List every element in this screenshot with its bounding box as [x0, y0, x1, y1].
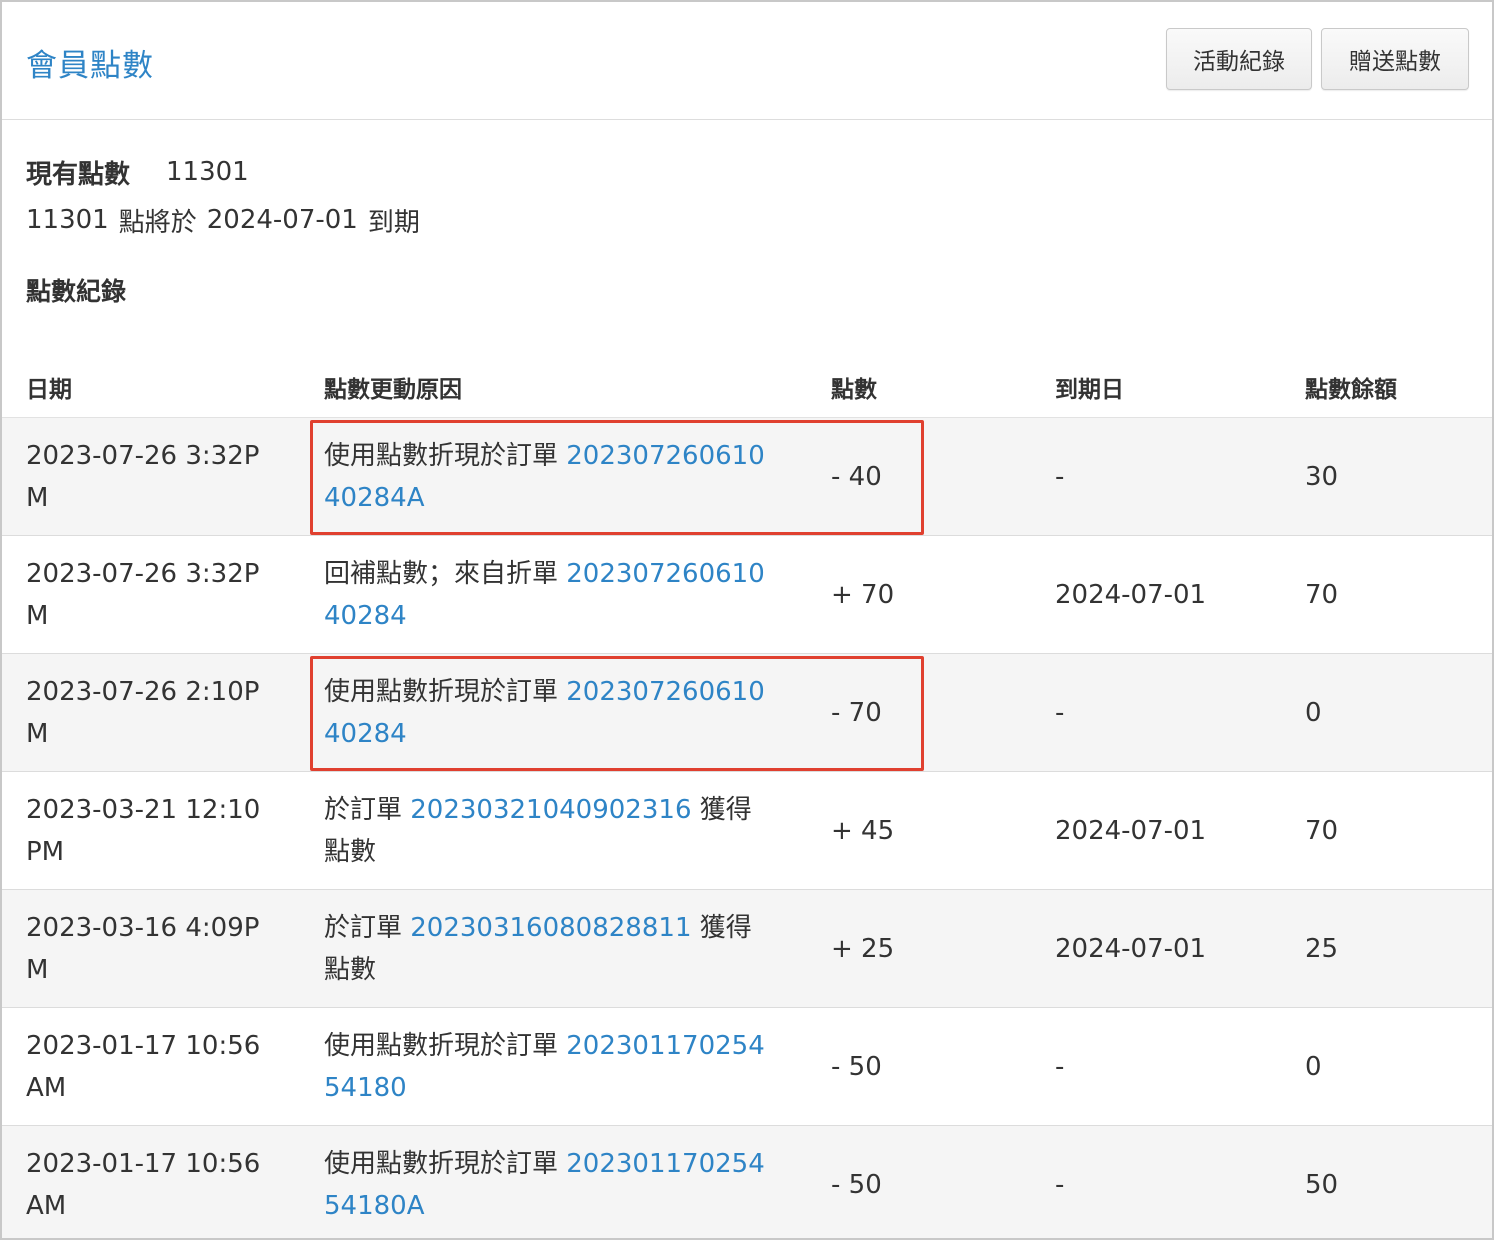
table-row: 2023-01-17 10:56 AM 使用點數折現於訂單 20230117025…	[2, 1008, 1492, 1126]
row-reason: 回補點數；來自折單 20230726061040284	[324, 553, 774, 637]
header-expiry: 到期日	[1055, 377, 1124, 403]
reason-text: 使用點數折現於訂單	[324, 1031, 567, 1061]
header-date: 日期	[26, 377, 72, 403]
row-expiry: 2024-07-01	[1055, 934, 1207, 964]
reason-text: 使用點數折現於訂單	[324, 1149, 567, 1179]
row-date: 2023-07-26 3:32PM	[26, 441, 260, 513]
current-points-row: 現有點數 11301	[26, 152, 1426, 192]
row-expiry: 2024-07-01	[1055, 816, 1207, 846]
row-points: - 40	[831, 462, 882, 492]
row-balance: 30	[1305, 462, 1339, 492]
points-history-table: 日期 點數更動原因 點數 到期日 點數餘額 2023-07-26 3:32PM 使…	[2, 350, 1492, 1238]
reason-text: 使用點數折現於訂單	[324, 441, 567, 471]
table-row: 2023-07-26 3:32PM 使用點數折現於訂單 2023072606104…	[2, 418, 1492, 536]
row-reason: 使用點數折現於訂單 20230117025454180	[324, 1025, 774, 1109]
row-date: 2023-03-21 12:10 PM	[26, 795, 261, 867]
row-expiry: -	[1055, 462, 1065, 492]
page-title: 會員點數	[26, 48, 154, 84]
current-points-label: 現有點數	[26, 159, 131, 190]
reason-text: 於訂單	[324, 913, 411, 943]
row-reason: 於訂單 20230316080828811 獲得點數	[324, 907, 774, 991]
records-heading: 點數紀錄	[26, 277, 127, 306]
expiry-text-2: 到期	[367, 207, 420, 238]
gift-points-button[interactable]: 贈送點數	[1321, 28, 1469, 90]
row-expiry: -	[1055, 698, 1065, 728]
header-balance: 點數餘額	[1305, 377, 1397, 403]
row-reason: 使用點數折現於訂單 20230726061040284A	[324, 435, 774, 519]
table-row: 2023-07-26 3:32PM 回補點數；來自折單 2023072606104…	[2, 536, 1492, 654]
points-summary: 現有點數 11301 11301 點將於 2024-07-01 到期 點數紀錄	[26, 152, 1426, 308]
current-points-value: 11301	[166, 157, 249, 187]
row-balance: 25	[1305, 934, 1339, 964]
row-reason: 於訂單 20230321040902316 獲得點數	[324, 789, 774, 873]
activity-log-button[interactable]: 活動紀錄	[1166, 28, 1312, 90]
row-reason: 使用點數折現於訂單 20230726061040284	[324, 671, 774, 755]
row-points: + 45	[831, 816, 895, 846]
table-header: 日期 點數更動原因 點數 到期日 點數餘額	[2, 350, 1492, 418]
row-points: + 25	[831, 934, 895, 964]
row-balance: 70	[1305, 816, 1339, 846]
reason-text: 回補點數；來自折單	[324, 559, 567, 589]
row-points: - 70	[831, 698, 882, 728]
expiry-points: 11301	[26, 205, 109, 235]
reason-text: 使用點數折現於訂單	[324, 677, 567, 707]
table-row: 2023-03-21 12:10 PM 於訂單 20230321040902316…	[2, 772, 1492, 890]
expiry-text-1: 點將於	[118, 207, 197, 238]
reason-text: 於訂單	[324, 795, 411, 825]
row-balance: 0	[1305, 1052, 1322, 1082]
row-reason: 使用點數折現於訂單 20230117025454180A	[324, 1143, 774, 1227]
row-points: - 50	[831, 1170, 882, 1200]
header-reason: 點數更動原因	[324, 377, 462, 403]
row-date: 2023-03-16 4:09PM	[26, 913, 260, 985]
member-points-panel: 會員點數 活動紀錄 贈送點數 現有點數 11301 11301 點將於 2024…	[0, 0, 1494, 1240]
row-expiry: -	[1055, 1052, 1065, 1082]
row-date: 2023-07-26 2:10PM	[26, 677, 260, 749]
table-row: 2023-01-17 10:56 AM 使用點數折現於訂單 20230117025…	[2, 1126, 1492, 1238]
row-balance: 0	[1305, 698, 1322, 728]
expiry-notice: 11301 點將於 2024-07-01 到期	[26, 202, 1426, 238]
expiry-date: 2024-07-01	[206, 205, 358, 235]
row-balance: 50	[1305, 1170, 1339, 1200]
row-date: 2023-07-26 3:32PM	[26, 559, 260, 631]
header-points: 點數	[831, 377, 877, 403]
table-row: 2023-03-16 4:09PM 於訂單 20230316080828811 獲…	[2, 890, 1492, 1008]
row-expiry: -	[1055, 1170, 1065, 1200]
order-number-link[interactable]: 20230321040902316	[410, 795, 691, 825]
row-balance: 70	[1305, 580, 1339, 610]
row-expiry: 2024-07-01	[1055, 580, 1207, 610]
table-body: 2023-07-26 3:32PM 使用點數折現於訂單 2023072606104…	[2, 418, 1492, 1238]
table-row: 2023-07-26 2:10PM 使用點數折現於訂單 2023072606104…	[2, 654, 1492, 772]
row-date: 2023-01-17 10:56 AM	[26, 1031, 261, 1103]
row-date: 2023-01-17 10:56 AM	[26, 1149, 261, 1221]
order-number-link[interactable]: 20230316080828811	[410, 913, 691, 943]
row-points: - 50	[831, 1052, 882, 1082]
row-points: + 70	[831, 580, 895, 610]
panel-header: 會員點數 活動紀錄 贈送點數	[2, 2, 1492, 120]
